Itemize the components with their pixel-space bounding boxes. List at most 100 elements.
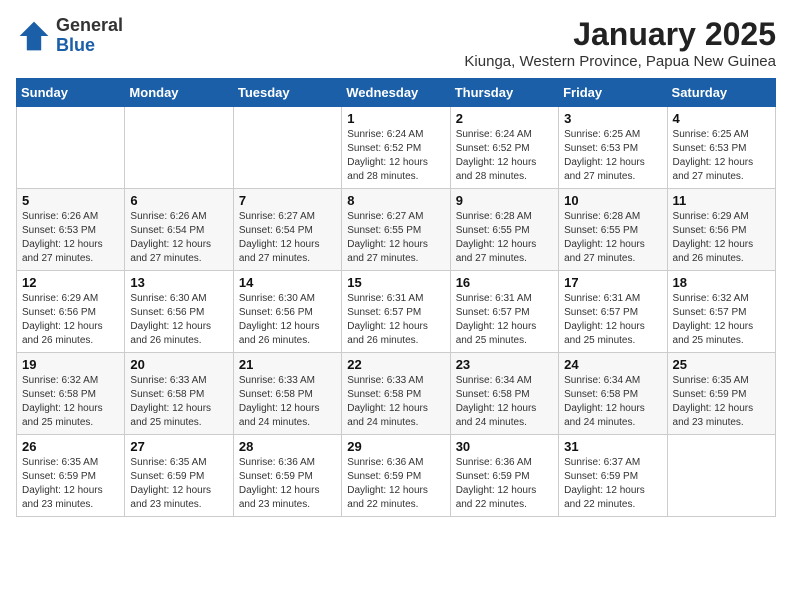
day-info: Sunrise: 6:30 AM Sunset: 6:56 PM Dayligh…: [130, 292, 227, 348]
calendar-cell: 30 Sunrise: 6:36 AM Sunset: 6:59 PM Dayli…: [450, 435, 558, 517]
day-info: Sunrise: 6:32 AM Sunset: 6:58 PM Dayligh…: [22, 374, 119, 430]
day-number: 31: [564, 439, 661, 454]
title-block: January 2025 Kiunga, Western Province, P…: [464, 16, 776, 70]
day-info: Sunrise: 6:25 AM Sunset: 6:53 PM Dayligh…: [564, 128, 661, 184]
day-number: 22: [347, 357, 444, 372]
day-number: 30: [456, 439, 553, 454]
calendar-day-header: Sunday: [17, 79, 125, 107]
day-number: 5: [22, 193, 119, 208]
calendar-cell: 28Sunrise: 6:36 AM Sunset: 6:59 PM Dayli…: [233, 435, 341, 517]
calendar-cell: 7 Sunrise: 6:27 AM Sunset: 6:54 PM Daylig…: [233, 189, 341, 271]
calendar-day-header: Tuesday: [233, 79, 341, 107]
day-number: 10: [564, 193, 661, 208]
day-number: 17: [564, 275, 661, 290]
calendar-cell: 12Sunrise: 6:29 AM Sunset: 6:56 PM Dayli…: [17, 271, 125, 353]
calendar-cell: 27Sunrise: 6:35 AM Sunset: 6:59 PM Dayli…: [125, 435, 233, 517]
calendar-cell: 8 Sunrise: 6:27 AM Sunset: 6:55 PM Daylig…: [342, 189, 450, 271]
day-number: 23: [456, 357, 553, 372]
day-info: Sunrise: 6:31 AM Sunset: 6:57 PM Dayligh…: [456, 292, 553, 348]
calendar-day-header: Friday: [559, 79, 667, 107]
calendar-header-row: SundayMondayTuesdayWednesdayThursdayFrid…: [17, 79, 776, 107]
day-number: 28: [239, 439, 336, 454]
calendar-week-row: 5 Sunrise: 6:26 AM Sunset: 6:53 PM Daylig…: [17, 189, 776, 271]
day-number: 14: [239, 275, 336, 290]
calendar-cell: 24 Sunrise: 6:34 AM Sunset: 6:58 PM Dayli…: [559, 353, 667, 435]
day-number: 9: [456, 193, 553, 208]
calendar-week-row: 19 Sunrise: 6:32 AM Sunset: 6:58 PM Dayli…: [17, 353, 776, 435]
day-number: 20: [130, 357, 227, 372]
day-info: Sunrise: 6:32 AM Sunset: 6:57 PM Dayligh…: [673, 292, 770, 348]
day-number: 29: [347, 439, 444, 454]
calendar-cell: 29 Sunrise: 6:36 AM Sunset: 6:59 PM Dayli…: [342, 435, 450, 517]
day-info: Sunrise: 6:27 AM Sunset: 6:54 PM Dayligh…: [239, 210, 336, 266]
day-number: 4: [673, 111, 770, 126]
day-info: Sunrise: 6:28 AM Sunset: 6:55 PM Dayligh…: [456, 210, 553, 266]
calendar-cell: 3Sunrise: 6:25 AM Sunset: 6:53 PM Daylig…: [559, 107, 667, 189]
calendar-cell: 4Sunrise: 6:25 AM Sunset: 6:53 PM Daylig…: [667, 107, 775, 189]
logo-blue: Blue: [56, 36, 123, 56]
calendar-cell: [125, 107, 233, 189]
calendar-cell: 16 Sunrise: 6:31 AM Sunset: 6:57 PM Dayli…: [450, 271, 558, 353]
logo-general: General: [56, 16, 123, 36]
calendar-cell: 17 Sunrise: 6:31 AM Sunset: 6:57 PM Dayli…: [559, 271, 667, 353]
day-number: 24: [564, 357, 661, 372]
day-info: Sunrise: 6:30 AM Sunset: 6:56 PM Dayligh…: [239, 292, 336, 348]
calendar-week-row: 26 Sunrise: 6:35 AM Sunset: 6:59 PM Dayli…: [17, 435, 776, 517]
day-number: 21: [239, 357, 336, 372]
day-number: 2: [456, 111, 553, 126]
day-info: Sunrise: 6:33 AM Sunset: 6:58 PM Dayligh…: [239, 374, 336, 430]
logo-icon: [16, 18, 52, 54]
day-number: 1: [347, 111, 444, 126]
day-info: Sunrise: 6:35 AM Sunset: 6:59 PM Dayligh…: [22, 456, 119, 512]
day-number: 7: [239, 193, 336, 208]
day-number: 26: [22, 439, 119, 454]
calendar-cell: 21 Sunrise: 6:33 AM Sunset: 6:58 PM Dayli…: [233, 353, 341, 435]
day-info: Sunrise: 6:35 AM Sunset: 6:59 PM Dayligh…: [673, 374, 770, 430]
day-info: Sunrise: 6:31 AM Sunset: 6:57 PM Dayligh…: [347, 292, 444, 348]
day-number: 16: [456, 275, 553, 290]
calendar-cell: 2Sunrise: 6:24 AM Sunset: 6:52 PM Daylig…: [450, 107, 558, 189]
calendar-week-row: 1 Sunrise: 6:24 AM Sunset: 6:52 PM Daylig…: [17, 107, 776, 189]
day-info: Sunrise: 6:24 AM Sunset: 6:52 PM Dayligh…: [347, 128, 444, 184]
day-info: Sunrise: 6:36 AM Sunset: 6:59 PM Dayligh…: [456, 456, 553, 512]
calendar-cell: 11 Sunrise: 6:29 AM Sunset: 6:56 PM Dayli…: [667, 189, 775, 271]
calendar-cell: 14 Sunrise: 6:30 AM Sunset: 6:56 PM Dayli…: [233, 271, 341, 353]
calendar-cell: 20 Sunrise: 6:33 AM Sunset: 6:58 PM Dayli…: [125, 353, 233, 435]
day-info: Sunrise: 6:35 AM Sunset: 6:59 PM Dayligh…: [130, 456, 227, 512]
calendar-week-row: 12Sunrise: 6:29 AM Sunset: 6:56 PM Dayli…: [17, 271, 776, 353]
calendar-cell: 9 Sunrise: 6:28 AM Sunset: 6:55 PM Daylig…: [450, 189, 558, 271]
day-info: Sunrise: 6:27 AM Sunset: 6:55 PM Dayligh…: [347, 210, 444, 266]
day-info: Sunrise: 6:33 AM Sunset: 6:58 PM Dayligh…: [130, 374, 227, 430]
calendar-cell: 23Sunrise: 6:34 AM Sunset: 6:58 PM Dayli…: [450, 353, 558, 435]
calendar-cell: 6 Sunrise: 6:26 AM Sunset: 6:54 PM Daylig…: [125, 189, 233, 271]
calendar-cell: 1 Sunrise: 6:24 AM Sunset: 6:52 PM Daylig…: [342, 107, 450, 189]
day-number: 12: [22, 275, 119, 290]
calendar-cell: 10 Sunrise: 6:28 AM Sunset: 6:55 PM Dayli…: [559, 189, 667, 271]
day-number: 11: [673, 193, 770, 208]
day-info: Sunrise: 6:26 AM Sunset: 6:53 PM Dayligh…: [22, 210, 119, 266]
day-number: 19: [22, 357, 119, 372]
day-number: 18: [673, 275, 770, 290]
day-info: Sunrise: 6:37 AM Sunset: 6:59 PM Dayligh…: [564, 456, 661, 512]
calendar-cell: 13 Sunrise: 6:30 AM Sunset: 6:56 PM Dayli…: [125, 271, 233, 353]
day-info: Sunrise: 6:28 AM Sunset: 6:55 PM Dayligh…: [564, 210, 661, 266]
calendar-table: SundayMondayTuesdayWednesdayThursdayFrid…: [16, 78, 776, 517]
month-title: January 2025: [464, 16, 776, 53]
day-number: 8: [347, 193, 444, 208]
day-info: Sunrise: 6:34 AM Sunset: 6:58 PM Dayligh…: [564, 374, 661, 430]
day-info: Sunrise: 6:31 AM Sunset: 6:57 PM Dayligh…: [564, 292, 661, 348]
calendar-day-header: Wednesday: [342, 79, 450, 107]
day-number: 13: [130, 275, 227, 290]
day-number: 15: [347, 275, 444, 290]
calendar-day-header: Saturday: [667, 79, 775, 107]
calendar-cell: 15 Sunrise: 6:31 AM Sunset: 6:57 PM Dayli…: [342, 271, 450, 353]
calendar-cell: 5 Sunrise: 6:26 AM Sunset: 6:53 PM Daylig…: [17, 189, 125, 271]
day-info: Sunrise: 6:26 AM Sunset: 6:54 PM Dayligh…: [130, 210, 227, 266]
calendar-cell: [17, 107, 125, 189]
calendar-cell: 25Sunrise: 6:35 AM Sunset: 6:59 PM Dayli…: [667, 353, 775, 435]
day-info: Sunrise: 6:29 AM Sunset: 6:56 PM Dayligh…: [673, 210, 770, 266]
day-number: 6: [130, 193, 227, 208]
logo: General Blue: [16, 16, 123, 56]
day-info: Sunrise: 6:36 AM Sunset: 6:59 PM Dayligh…: [347, 456, 444, 512]
calendar-cell: 18 Sunrise: 6:32 AM Sunset: 6:57 PM Dayli…: [667, 271, 775, 353]
